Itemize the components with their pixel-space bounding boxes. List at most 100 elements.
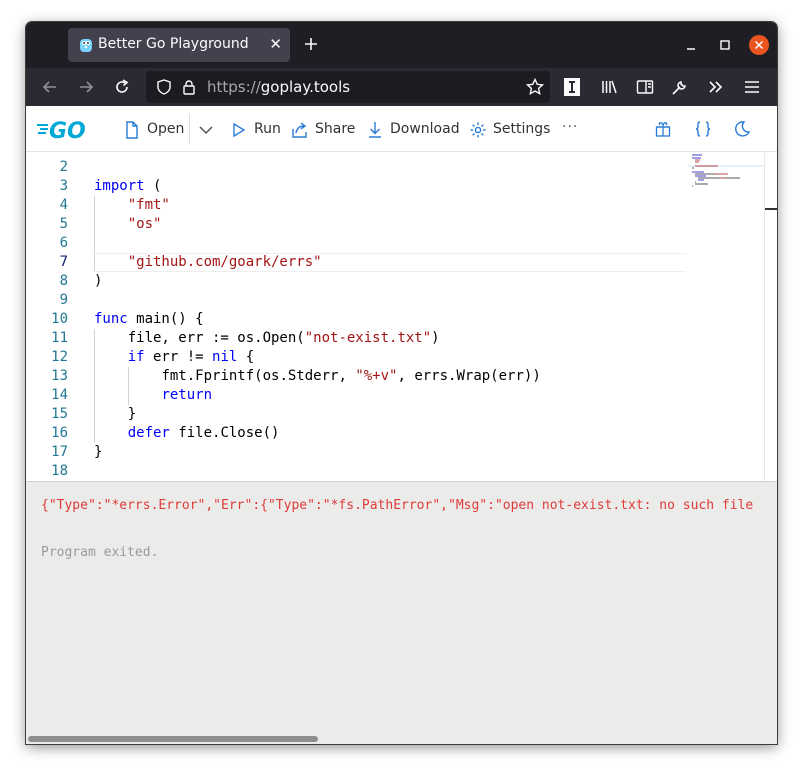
gopher-favicon-icon xyxy=(80,39,92,52)
string-token: "not-exist.txt" xyxy=(304,330,432,346)
wrench-icon[interactable] xyxy=(670,77,690,97)
open-button[interactable]: Open xyxy=(123,120,187,140)
code-line[interactable]: 11 file, err := os.Open("not-exist.txt") xyxy=(26,329,686,348)
code-line[interactable]: 9 xyxy=(26,291,686,310)
keyword-token: if xyxy=(127,349,145,365)
string-token: "%+v" xyxy=(355,368,398,384)
code-text: file, err := os.Open("not-exist.txt") xyxy=(94,329,440,348)
chevron-down-icon[interactable] xyxy=(196,120,216,140)
code-line[interactable]: 15 } xyxy=(26,405,686,424)
code-editor[interactable]: 2 3 import ( 4 "fmt" 5 "os" 6 7 "github.c… xyxy=(26,153,777,481)
settings-button[interactable]: Settings xyxy=(469,120,551,140)
line-number: 7 xyxy=(59,254,68,270)
plain-token: err != xyxy=(144,349,213,365)
code-line[interactable]: 8) xyxy=(26,272,686,291)
download-label: Download xyxy=(390,121,460,137)
line-number: 14 xyxy=(51,387,68,403)
overflow-chevrons-icon[interactable] xyxy=(706,77,726,97)
bookmark-star-icon[interactable] xyxy=(525,77,545,97)
line-number: 5 xyxy=(59,216,68,232)
url-text[interactable]: https://goplay.tools xyxy=(207,78,350,96)
plain-token: main() { xyxy=(127,311,204,327)
minimize-icon[interactable] xyxy=(681,35,701,55)
line-number: 8 xyxy=(59,273,68,289)
document-icon xyxy=(126,121,138,139)
code-line[interactable]: 5 "os" xyxy=(26,215,686,234)
line-number: 10 xyxy=(51,311,68,327)
code-line[interactable]: 12 if err != nil { xyxy=(26,348,686,367)
hamburger-menu-icon[interactable] xyxy=(742,77,762,97)
format-braces-icon[interactable] xyxy=(693,119,713,139)
code-text: ) xyxy=(94,272,102,291)
shield-icon[interactable] xyxy=(155,78,173,96)
code-line[interactable]: 7 "github.com/goark/errs" xyxy=(26,253,686,272)
scroll-position-marker[interactable] xyxy=(765,208,777,210)
keyword-token: return xyxy=(161,387,213,403)
toolbar-separator xyxy=(189,114,190,144)
code-line[interactable]: 18 xyxy=(26,462,686,481)
close-tab-icon[interactable]: ✕ xyxy=(269,34,282,54)
code-line[interactable]: 13 fmt.Fprintf(os.Stderr, "%+v", errs.Wr… xyxy=(26,367,686,386)
output-horizontal-scrollbar[interactable] xyxy=(28,736,318,742)
plain-token: , errs.Wrap(err)) xyxy=(397,368,541,384)
open-label: Open xyxy=(147,121,185,137)
plain-token: file, err := os.Open( xyxy=(127,330,305,346)
go-logo-icon[interactable]: GO xyxy=(36,116,94,142)
string-token: "os" xyxy=(127,216,162,232)
settings-label: Settings xyxy=(493,121,551,137)
output-panel: {"Type":"*errs.Error","Err":{"Type":"*fs… xyxy=(26,481,777,744)
plain-token: ) xyxy=(431,330,440,346)
code-text: if err != nil { xyxy=(94,348,254,367)
close-window-icon[interactable] xyxy=(748,34,770,56)
maximize-icon[interactable] xyxy=(715,35,735,55)
reader-extension-icon[interactable] xyxy=(562,76,582,98)
code-line[interactable]: 17} xyxy=(26,443,686,462)
code-minimap[interactable] xyxy=(688,153,764,481)
code-line[interactable]: 14 return xyxy=(26,386,686,405)
download-button[interactable]: Download xyxy=(366,120,460,140)
reload-icon[interactable] xyxy=(112,77,132,97)
line-number: 18 xyxy=(51,463,68,479)
playground-toolbar: GO Open Run Share Download Settings ··· xyxy=(26,106,777,152)
url-scheme: https:// xyxy=(207,78,261,96)
library-icon[interactable] xyxy=(599,77,619,97)
code-line[interactable]: 3 import ( xyxy=(26,177,686,196)
run-button[interactable]: Run xyxy=(230,120,282,140)
browser-tab[interactable]: Better Go Playground ✕ xyxy=(68,28,290,62)
editor-vertical-scrollbar[interactable] xyxy=(764,153,777,481)
line-number: 9 xyxy=(59,292,68,308)
line-number: 4 xyxy=(59,197,68,213)
dark-mode-moon-icon[interactable] xyxy=(732,119,752,139)
url-bar[interactable]: https://goplay.tools xyxy=(146,71,550,103)
new-tab-icon[interactable] xyxy=(300,32,322,56)
gear-icon xyxy=(470,122,486,138)
gift-icon[interactable] xyxy=(653,119,673,139)
plain-token: { xyxy=(237,349,255,365)
share-button[interactable]: Share xyxy=(291,120,356,140)
code-text: "os" xyxy=(94,215,162,234)
forward-icon[interactable] xyxy=(76,77,96,97)
plain-token: fmt.Fprintf(os.Stderr, xyxy=(161,368,356,384)
code-line[interactable]: 4 "fmt" xyxy=(26,196,686,215)
string-token: "fmt" xyxy=(127,197,170,213)
code-text: } xyxy=(94,405,136,424)
code-line[interactable]: 10 func main() { xyxy=(26,310,686,329)
code-text: import ( xyxy=(94,177,161,196)
nav-bar: https://goplay.tools xyxy=(26,68,777,106)
back-icon[interactable] xyxy=(40,77,60,97)
line-number: 6 xyxy=(59,235,68,251)
download-icon xyxy=(369,122,381,138)
run-label: Run xyxy=(254,121,281,137)
code-text: func main() { xyxy=(94,310,204,329)
keyword-token: nil xyxy=(212,349,238,365)
line-number: 3 xyxy=(59,178,68,194)
url-host: goplay.tools xyxy=(260,78,351,96)
lock-icon[interactable] xyxy=(180,78,198,96)
code-line[interactable]: 2 xyxy=(26,158,686,177)
keyword-token: func xyxy=(94,311,128,327)
code-line[interactable]: 6 xyxy=(26,234,686,253)
more-menu-button[interactable]: ··· xyxy=(562,119,578,135)
code-line[interactable]: 16 defer file.Close() xyxy=(26,424,686,443)
share-icon xyxy=(292,122,307,138)
sidebar-icon[interactable] xyxy=(635,77,655,97)
